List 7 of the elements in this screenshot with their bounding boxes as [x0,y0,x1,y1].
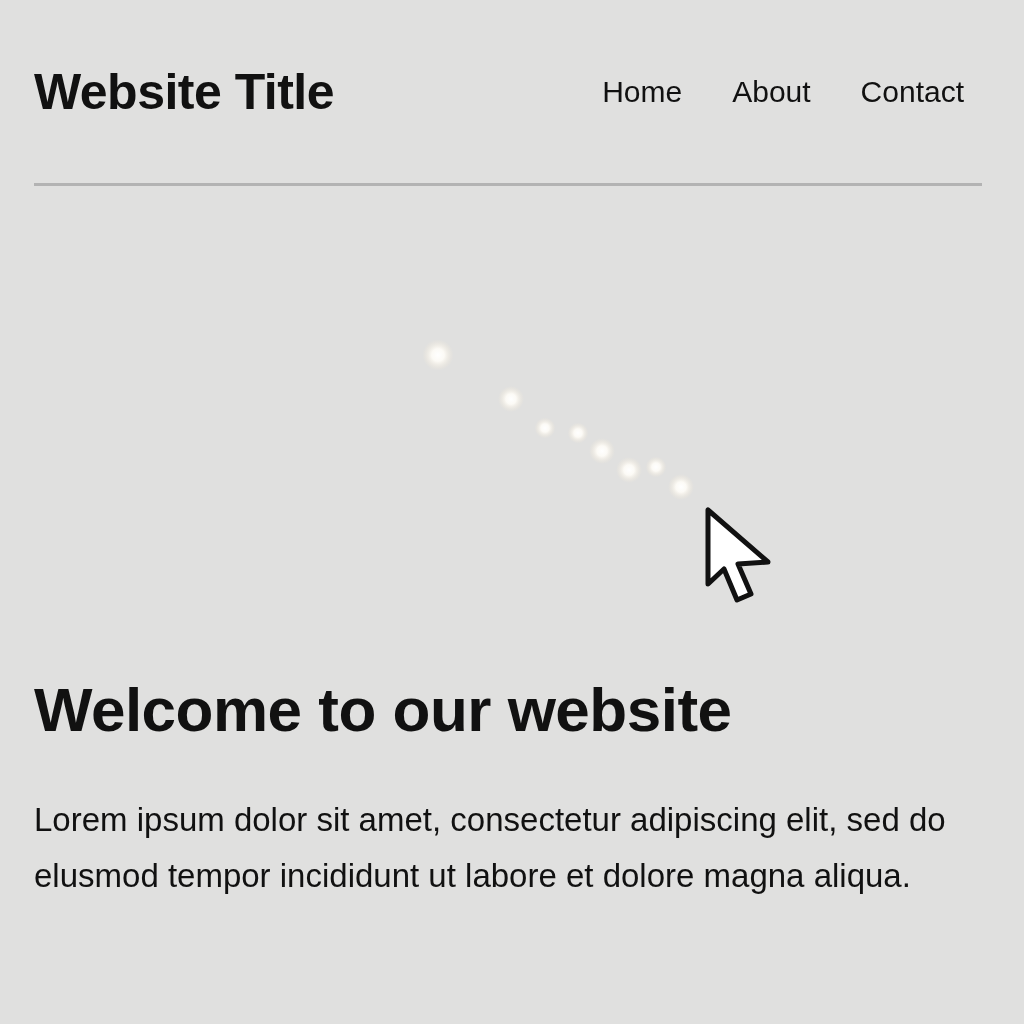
cursor-icon [705,507,771,603]
nav-link[interactable]: About [732,74,811,109]
intro-paragraph: Lorem ipsum dolor sit amet, consectetur adipiscing elit, sed do elusmod tempor incididunt ut labore et dolore magna aliqua. [34,800,947,897]
website-title: Website Title [34,62,335,121]
page-heading: Welcome to our website [34,676,733,745]
nav-link[interactable]: Contact [860,74,964,109]
nav-link[interactable]: Home [602,74,683,109]
